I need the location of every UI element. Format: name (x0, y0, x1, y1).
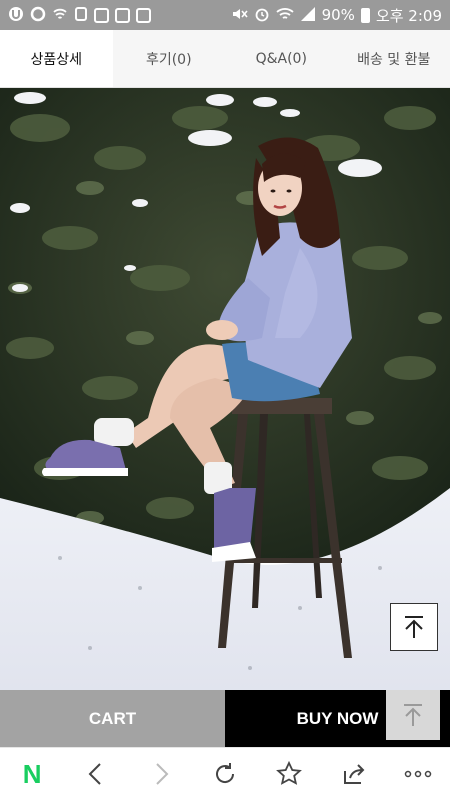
wifi-call-icon (52, 6, 68, 25)
more-dots-icon (404, 770, 432, 778)
naver-logo-icon: N (22, 758, 42, 789)
u-circle-icon (8, 6, 24, 25)
reload-button[interactable] (200, 749, 250, 799)
status-right-icons: 90% 오후 2:09 (230, 5, 442, 26)
buy-now-label: BUY NOW (296, 708, 379, 728)
alarm-icon (254, 6, 270, 25)
naver-home-button[interactable]: N (7, 749, 57, 799)
more-button[interactable] (393, 749, 443, 799)
app-tile-icon (136, 7, 151, 23)
arrow-up-icon (405, 616, 423, 638)
product-page: 90% 오후 2:09 상품상세 후기(0) Q&A(0) 배송 및 환불 CA… (0, 0, 450, 800)
purchase-action-bar: CART BUY NOW (0, 690, 450, 747)
star-icon (276, 761, 303, 785)
app-tile-icon (115, 7, 130, 23)
cart-button[interactable]: CART (0, 690, 225, 747)
signal-icon (300, 6, 316, 25)
tag-icon (74, 6, 88, 25)
clock: 오후 2:09 (375, 6, 442, 25)
status-left-icons (8, 6, 151, 25)
scroll-to-top-button[interactable] (390, 603, 438, 651)
back-button[interactable] (71, 749, 121, 799)
chevron-left-icon (89, 763, 102, 785)
tab-product-detail[interactable]: 상품상세 (0, 30, 113, 87)
share-icon (343, 764, 364, 784)
tab-qna[interactable]: Q&A(0) (225, 30, 338, 87)
tab-reviews[interactable]: 후기(0) (113, 30, 226, 87)
battery-percent: 90% (321, 6, 355, 24)
browser-navigation-bar: N (0, 747, 450, 800)
share-button[interactable] (329, 749, 379, 799)
mute-icon (230, 6, 248, 25)
bookmark-button[interactable] (264, 749, 314, 799)
tab-shipping-refund[interactable]: 배송 및 환불 (338, 30, 450, 87)
arrow-up-icon (404, 704, 422, 726)
reload-icon (215, 763, 234, 783)
product-tabs: 상품상세 후기(0) Q&A(0) 배송 및 환불 (0, 30, 450, 88)
scroll-to-top-grey-button[interactable] (386, 690, 440, 740)
product-photo (0, 88, 450, 690)
status-bar: 90% 오후 2:09 (0, 0, 450, 30)
o-circle-icon (30, 6, 46, 25)
chevron-right-icon (155, 763, 169, 785)
battery-icon (360, 7, 370, 23)
product-photo-illustration (0, 88, 450, 690)
forward-button[interactable] (136, 749, 186, 799)
app-tile-icon (94, 7, 109, 23)
wifi-icon (275, 6, 294, 25)
